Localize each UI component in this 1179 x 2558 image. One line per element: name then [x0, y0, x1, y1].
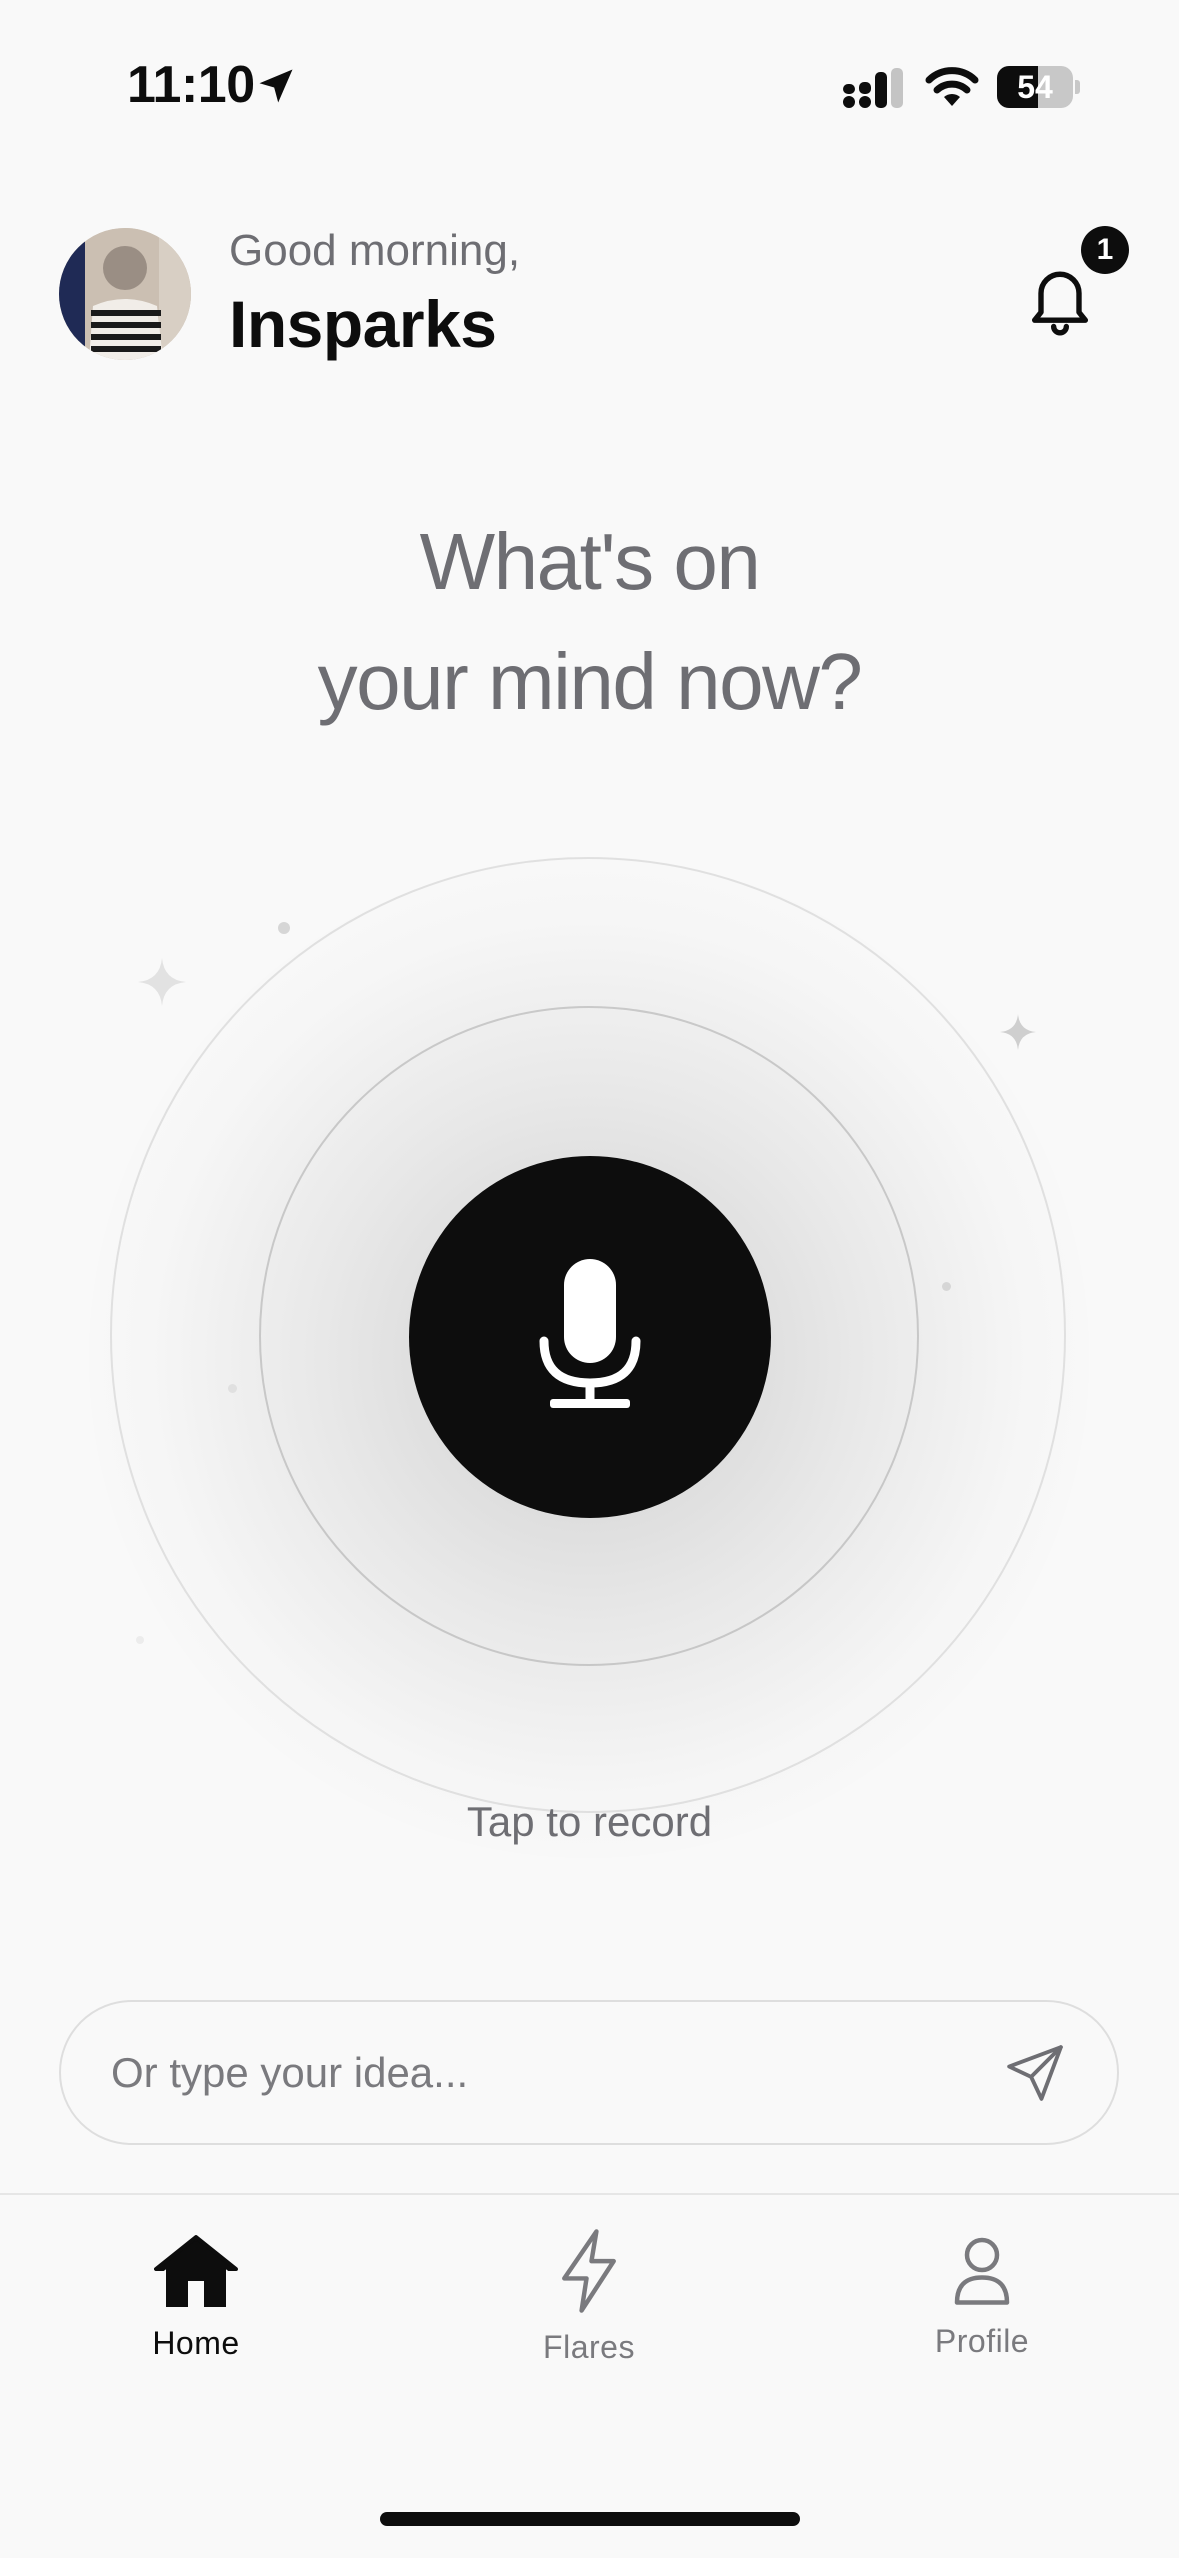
idea-input[interactable]: Or type your idea... — [59, 2000, 1119, 2145]
bell-icon[interactable] — [1022, 258, 1098, 338]
microphone-icon — [539, 1259, 641, 1408]
greeting-text: Good morning, — [229, 226, 521, 275]
sparkle-icon — [1000, 1014, 1036, 1050]
avatar[interactable] — [59, 228, 191, 360]
tap-to-record-hint: Tap to record — [466, 1798, 713, 1845]
home-indicator — [380, 2512, 800, 2526]
home-icon — [154, 2235, 238, 2307]
avatar-photo — [59, 228, 191, 360]
status-time: 11:10 — [127, 56, 255, 114]
battery-level: 54 — [1017, 69, 1053, 105]
decor-dot — [136, 1636, 144, 1644]
location-arrow-icon — [259, 69, 293, 103]
tab-flares-label: Flares — [543, 2329, 635, 2365]
notification-badge: 1 — [1081, 226, 1129, 274]
decor-dot — [278, 922, 290, 934]
tab-profile[interactable]: Profile — [872, 2195, 1092, 2395]
decor-dot — [942, 1282, 951, 1291]
tab-bar: Home Flares Profile — [0, 2193, 1179, 2558]
username: Insparks — [229, 287, 497, 361]
bolt-icon — [562, 2229, 616, 2313]
send-icon[interactable] — [1004, 2042, 1066, 2104]
prompt-line-1: What's on — [419, 517, 761, 606]
tab-profile-label: Profile — [934, 2323, 1030, 2359]
status-bar: 11:10 54 — [0, 0, 1179, 170]
cellular-signal-icon — [843, 68, 903, 108]
prompt-line-2: your mind now? — [317, 637, 863, 726]
record-button[interactable] — [409, 1156, 771, 1518]
battery-indicator: 54 — [997, 66, 1080, 108]
person-icon — [954, 2237, 1010, 2305]
tab-flares[interactable]: Flares — [479, 2195, 699, 2395]
sparkle-icon — [138, 958, 186, 1006]
battery-cap — [1075, 80, 1080, 94]
decor-dot — [228, 1384, 237, 1393]
tab-home-label: Home — [152, 2325, 240, 2361]
idea-input-placeholder: Or type your idea... — [111, 2049, 469, 2096]
tab-home[interactable]: Home — [86, 2195, 306, 2395]
battery-body: 54 — [997, 66, 1073, 108]
wifi-icon — [925, 67, 979, 106]
